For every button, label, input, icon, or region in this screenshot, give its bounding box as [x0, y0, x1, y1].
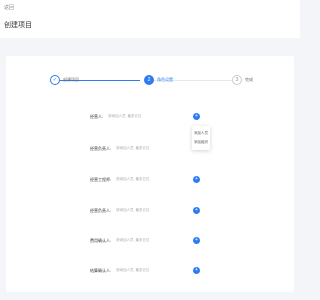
form-row-operator: 经营人: 请添加人员, 最多五位 +	[6, 112, 294, 122]
add-person-icon[interactable]: +	[193, 207, 200, 214]
form-row-cost-confirmer: 费用确认人: 请添加人员, 最多五位 +	[6, 236, 294, 246]
add-person-icon[interactable]: +	[193, 113, 200, 120]
form-row-settlement-confirmer: 结算确认人: 请添加人员, 最多五位 +	[6, 266, 294, 276]
field-placeholder[interactable]: 请添加人员, 最多五位	[116, 268, 149, 273]
field-label: 经营负责人:	[90, 146, 112, 151]
menu-item-add-organization[interactable]: 添加组织	[192, 138, 210, 147]
step-label: 创建项目	[63, 77, 79, 82]
form-row-operation-engineer: 经营工程师: 请添加人员, 最多五位 +	[6, 175, 294, 185]
add-dropdown-menu: 添加人员 添加组织	[192, 126, 210, 150]
step-create-project: ✓ 创建项目	[50, 74, 79, 86]
check-icon: ✓	[50, 75, 60, 85]
add-person-icon[interactable]: +	[193, 237, 200, 244]
field-placeholder[interactable]: 请添加人员, 最多五位	[108, 114, 141, 119]
step-number: 2	[144, 75, 154, 85]
add-person-icon[interactable]: +	[193, 267, 200, 274]
add-person-icon[interactable]: +	[193, 176, 200, 183]
field-placeholder[interactable]: 请添加人员, 最多五位	[116, 177, 149, 182]
field-placeholder[interactable]: 请添加人员, 最多五位	[116, 238, 149, 243]
page-title: 创建项目	[4, 22, 32, 29]
form-row-operation-lead: 经营负责人: 请添加人员, 最多五位	[6, 144, 294, 154]
form-card: ✓ 创建项目 2 角色设置 3 完成 经营人: 请添加人员, 最多五位 + 经营…	[6, 56, 294, 292]
menu-item-add-person[interactable]: 添加人员	[192, 129, 210, 138]
back-link[interactable]: 返回	[4, 4, 14, 11]
form-row-operation-lead-2: 经营负责人: 请添加人员, 最多五位 +	[6, 206, 294, 216]
top-bar: 返回 创建项目	[0, 0, 300, 38]
step-complete: 3 完成	[232, 74, 253, 86]
field-label: 费用确认人:	[90, 238, 112, 243]
stepper: ✓ 创建项目 2 角色设置 3 完成	[6, 74, 294, 86]
field-label: 结算确认人:	[90, 268, 112, 273]
field-placeholder[interactable]: 请添加人员, 最多五位	[116, 208, 149, 213]
step-number: 3	[232, 75, 242, 85]
step-label: 角色设置	[157, 77, 173, 82]
step-role-settings: 2 角色设置	[144, 74, 173, 86]
field-placeholder[interactable]: 请添加人员, 最多五位	[116, 146, 149, 151]
field-label: 经营人:	[90, 114, 104, 119]
field-label: 经营工程师:	[90, 177, 112, 182]
step-label: 完成	[245, 77, 253, 82]
field-label: 经营负责人:	[90, 208, 112, 213]
